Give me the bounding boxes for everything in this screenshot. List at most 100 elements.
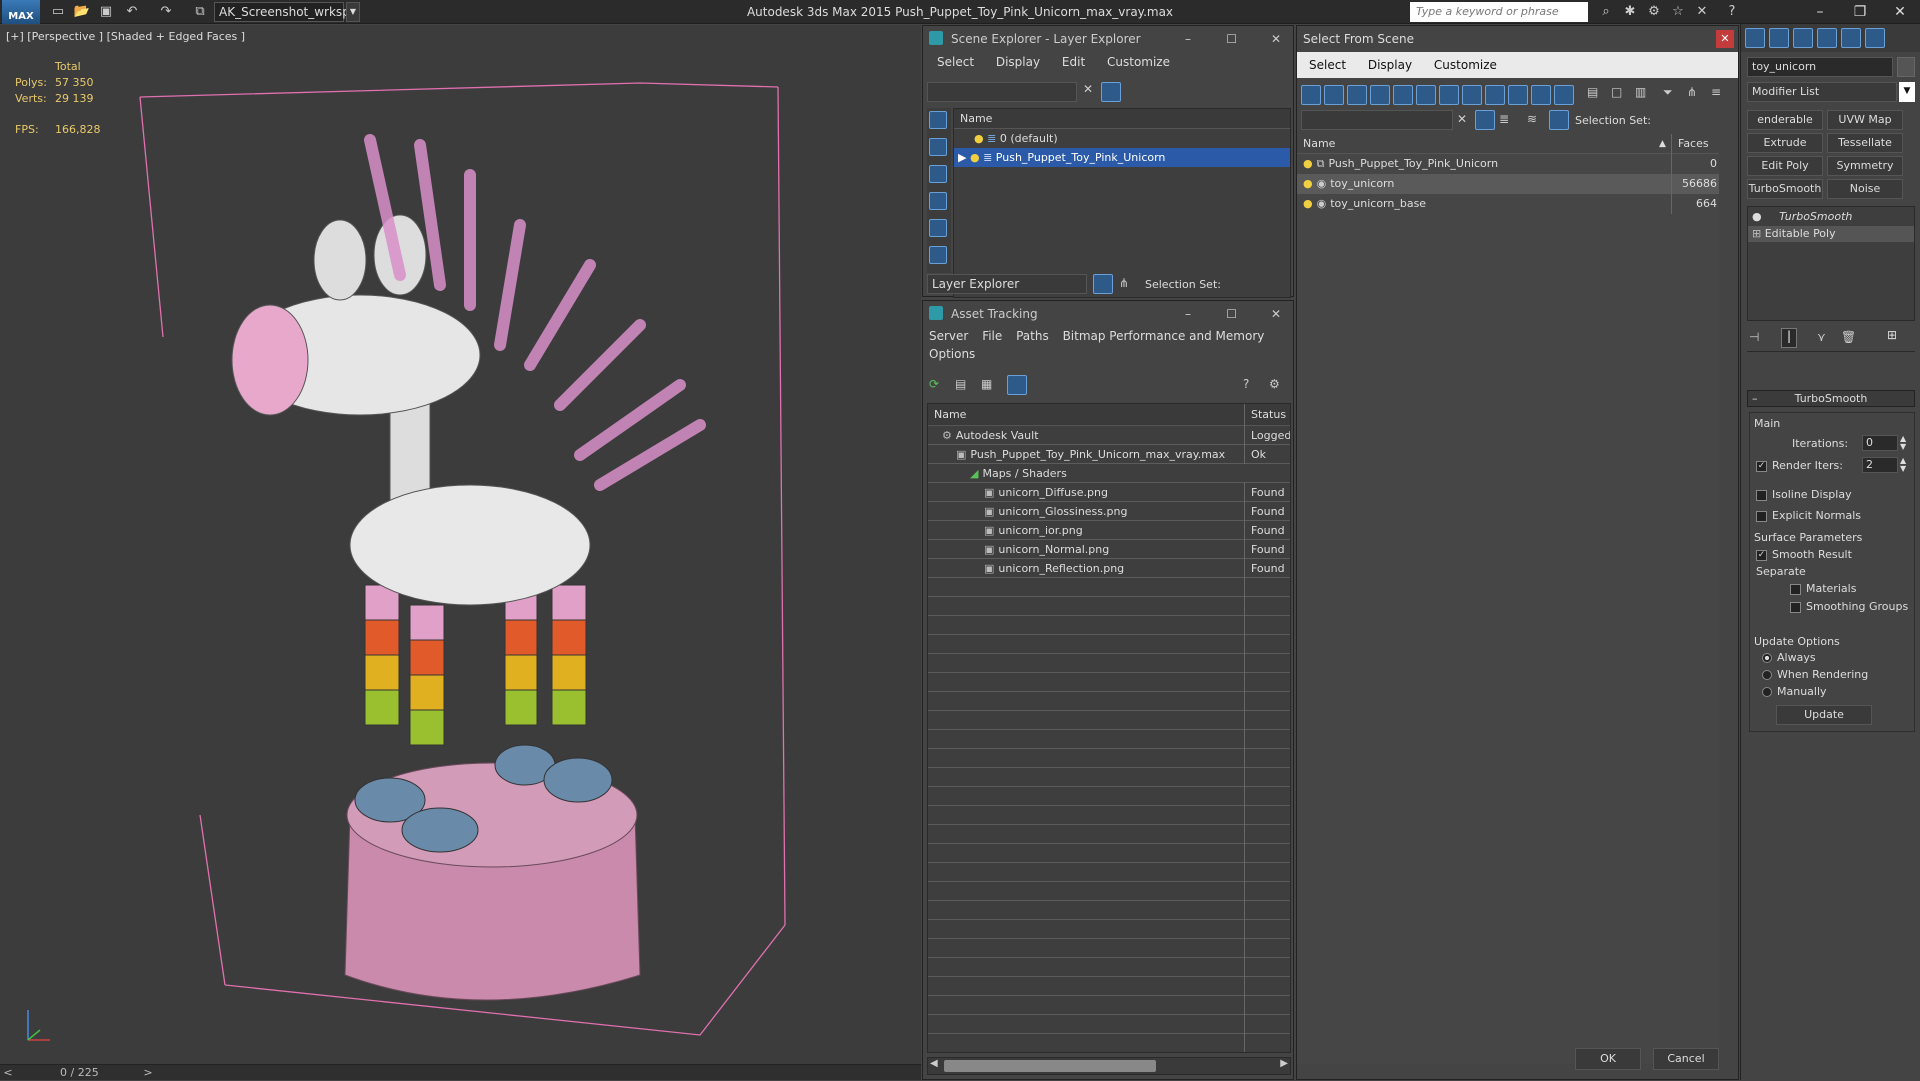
sfs-menu-display[interactable]: Display (1368, 58, 1412, 72)
at-menu-server[interactable]: Server (929, 329, 968, 343)
asset-row[interactable]: ▣ unicorn_Diffuse.png Found (928, 483, 1290, 502)
utilities-tab-icon[interactable] (1865, 28, 1885, 48)
modify-tab-icon[interactable] (1769, 28, 1789, 48)
sfs-filter-xrefs-icon[interactable] (1462, 85, 1482, 105)
modifier-btn-tessellate[interactable]: Tessellate (1827, 133, 1903, 153)
iterations-spinner[interactable]: 0 (1862, 435, 1898, 451)
sfs-funnel-icon[interactable]: ⏷ (1663, 85, 1673, 100)
asset-row[interactable]: ▣ Push_Puppet_Toy_Pink_Unicorn_max_vray.m… (928, 445, 1290, 464)
at-col-name[interactable]: Name (934, 408, 966, 421)
remove-modifier-icon[interactable]: 🗑 (1841, 330, 1856, 344)
close-x-icon[interactable]: ✕ (1692, 3, 1712, 21)
help-icon[interactable]: ? (1722, 3, 1742, 21)
sfs-filter-helpers-icon[interactable] (1393, 85, 1413, 105)
workspace-dropdown-arrow-icon[interactable]: ▼ (346, 2, 360, 22)
at-list-icon[interactable]: ▤ (955, 377, 966, 391)
isoline-checkbox[interactable] (1756, 489, 1767, 501)
project-icon[interactable]: ⧉ (190, 3, 210, 21)
se-menu-select[interactable]: Select (937, 55, 974, 69)
modifier-btn-extrude[interactable]: Extrude (1747, 133, 1823, 153)
isoline-row[interactable]: Isoline Display (1756, 488, 1852, 501)
at-menu-options[interactable]: Options (929, 347, 975, 361)
scroll-left-icon[interactable]: ◀ (930, 1058, 938, 1069)
se-hierarchy-icon[interactable]: ⋔ (1119, 276, 1129, 290)
at-table-view-icon[interactable] (1007, 375, 1027, 395)
rollout-collapse-icon[interactable]: – (1752, 391, 1758, 407)
configure-sets-icon[interactable]: ⊞ (1887, 328, 1907, 348)
tools-icon[interactable]: ✱ (1620, 3, 1640, 21)
scroll-thumb[interactable] (944, 1060, 1156, 1072)
materials-row[interactable]: Materials (1790, 582, 1856, 595)
se-display-lights-icon[interactable] (929, 192, 947, 210)
light-bulb-icon[interactable]: ● (974, 132, 984, 145)
modifier-btn-uvw-map[interactable]: UVW Map (1827, 110, 1903, 130)
sfs-col-name[interactable]: Name (1303, 137, 1335, 150)
sfs-columns-icon[interactable]: ≡ (1711, 85, 1721, 99)
light-bulb-icon[interactable]: ● (1303, 197, 1313, 210)
expand-arrow-icon[interactable]: ▶ (958, 151, 966, 164)
restore-icon[interactable]: ❐ (1840, 0, 1880, 24)
at-thumbnails-icon[interactable]: ▦ (981, 377, 992, 391)
object-color-swatch[interactable] (1897, 57, 1915, 77)
sfs-hierarchy-mode-icon[interactable] (1549, 110, 1569, 130)
modifier-list-dropdown[interactable]: Modifier List (1747, 82, 1897, 102)
render-iters-checkbox[interactable]: ✓ (1756, 460, 1767, 472)
se-search-field[interactable] (927, 82, 1077, 102)
sfs-filter-shapes-icon[interactable] (1324, 85, 1344, 105)
modifier-list-arrow-icon[interactable]: ▼ (1899, 82, 1915, 102)
create-tab-icon[interactable] (1745, 28, 1765, 48)
se-close-icon[interactable]: ✕ (1271, 26, 1281, 52)
asset-tracking-titlebar[interactable]: Asset Tracking – ☐ ✕ (923, 301, 1293, 327)
sfs-col-faces[interactable]: Faces (1671, 134, 1719, 154)
workspace-dropdown[interactable]: AK_Screenshot_wrksp (214, 2, 350, 22)
time-slider[interactable]: < 0 / 225 > (0, 1064, 921, 1080)
se-menu-customize[interactable]: Customize (1107, 55, 1170, 69)
sfs-search-field[interactable] (1301, 110, 1453, 130)
sfs-select-all-icon[interactable]: ▤ (1587, 85, 1598, 99)
render-iters-spinner[interactable]: 2 (1862, 457, 1898, 473)
scene-object-row[interactable]: ● ◉ toy_unicorn_base 664 (1297, 194, 1719, 214)
modifier-btn-renderable-spline[interactable]: enderable Spli (1747, 110, 1823, 144)
se-display-cameras-icon[interactable] (929, 219, 947, 237)
materials-checkbox[interactable] (1790, 583, 1801, 595)
sfs-close-icon[interactable]: ✕ (1716, 30, 1734, 48)
expand-plus-icon[interactable]: ⊞ (1752, 227, 1761, 240)
sfs-menu-select[interactable]: Select (1309, 58, 1346, 72)
at-menu-bitmap[interactable]: Bitmap Performance and Memory (1063, 329, 1265, 343)
sfs-filter-geometry-icon[interactable] (1301, 85, 1321, 105)
hierarchy-tab-icon[interactable] (1793, 28, 1813, 48)
update-button[interactable]: Update (1776, 705, 1872, 725)
se-menu-edit[interactable]: Edit (1062, 55, 1085, 69)
sfs-filter-hidden-icon[interactable] (1554, 85, 1574, 105)
smooth-result-row[interactable]: ✓ Smooth Result (1756, 548, 1852, 561)
sfs-layers-icon[interactable]: ≣ (1499, 112, 1509, 126)
se-clear-icon[interactable]: ✕ (1083, 82, 1093, 96)
new-file-icon[interactable]: ▭ (48, 3, 68, 21)
at-minimize-icon[interactable]: – (1185, 301, 1191, 327)
sfs-select-invert-icon[interactable]: ▥ (1635, 85, 1646, 99)
sfs-filter-bones-icon[interactable] (1485, 85, 1505, 105)
modifier-toggle-bulb-icon[interactable]: ● (1752, 210, 1762, 223)
make-unique-icon[interactable]: ⋎ (1817, 330, 1826, 344)
se-explorer-dropdown[interactable]: Layer Explorer (927, 274, 1087, 294)
save-icon[interactable]: ▣ (96, 3, 116, 21)
se-display-geometry-icon[interactable] (929, 138, 947, 156)
sfs-filter-cameras-icon[interactable] (1370, 85, 1390, 105)
subscription-icon[interactable]: ⚙ (1644, 3, 1664, 21)
sfs-menu-customize[interactable]: Customize (1434, 58, 1497, 72)
smoothing-groups-row[interactable]: Smoothing Groups (1790, 600, 1908, 613)
pin-stack-icon[interactable]: ⊣ (1749, 330, 1759, 344)
se-menu-display[interactable]: Display (996, 55, 1040, 69)
sfs-filter-groups-icon[interactable] (1439, 85, 1459, 105)
time-prev-icon[interactable]: < (0, 1065, 16, 1081)
sfs-clear-icon[interactable]: ✕ (1457, 112, 1467, 126)
scene-object-row[interactable]: ● ◉ toy_unicorn 56686 (1297, 174, 1719, 194)
modifier-btn-symmetry[interactable]: Symmetry (1827, 156, 1903, 176)
sfs-filter-lights-icon[interactable] (1347, 85, 1367, 105)
motion-tab-icon[interactable] (1817, 28, 1837, 48)
when-rendering-radio[interactable] (1762, 670, 1772, 680)
cancel-button[interactable]: Cancel (1653, 1048, 1719, 1070)
smoothing-groups-checkbox[interactable] (1790, 601, 1801, 613)
se-display-objects-icon[interactable] (929, 111, 947, 129)
ok-button[interactable]: OK (1575, 1048, 1641, 1070)
